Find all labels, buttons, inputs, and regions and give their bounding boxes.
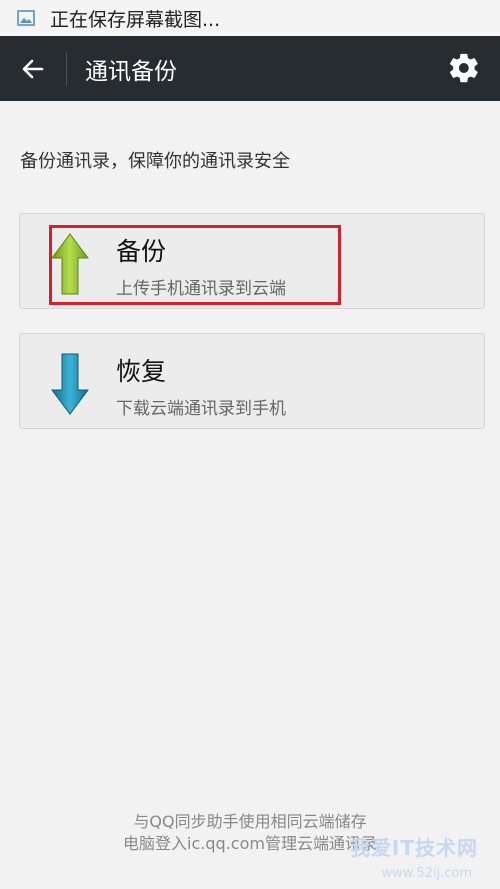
back-arrow-icon bbox=[22, 59, 44, 78]
screenshot-icon bbox=[17, 10, 35, 26]
download-arrow-icon bbox=[51, 353, 89, 415]
highlight-box bbox=[49, 225, 341, 305]
restore-subtitle: 下载云端通讯录到手机 bbox=[116, 399, 286, 419]
settings-button[interactable] bbox=[446, 50, 482, 86]
back-button[interactable] bbox=[0, 36, 66, 101]
restore-title: 恢复 bbox=[116, 357, 167, 386]
gear-icon bbox=[449, 53, 478, 83]
watermark-url: www.52ij.com bbox=[381, 866, 473, 881]
restore-card[interactable]: 恢复 下载云端通讯录到手机 bbox=[19, 333, 485, 429]
footer-line-1: 与QQ同步助手使用相同云端储存 bbox=[133, 812, 367, 831]
appbar-divider bbox=[66, 51, 67, 86]
status-text: 正在保存屏幕截图... bbox=[50, 8, 221, 31]
status-bar: 正在保存屏幕截图... bbox=[0, 0, 500, 37]
page-title: 通讯备份 bbox=[85, 58, 177, 85]
intro-text: 备份通讯录，保障你的通讯录安全 bbox=[20, 151, 290, 172]
watermark-logo: 我爱IT技术网 bbox=[349, 836, 478, 860]
app-bar: 通讯备份 bbox=[0, 36, 500, 101]
